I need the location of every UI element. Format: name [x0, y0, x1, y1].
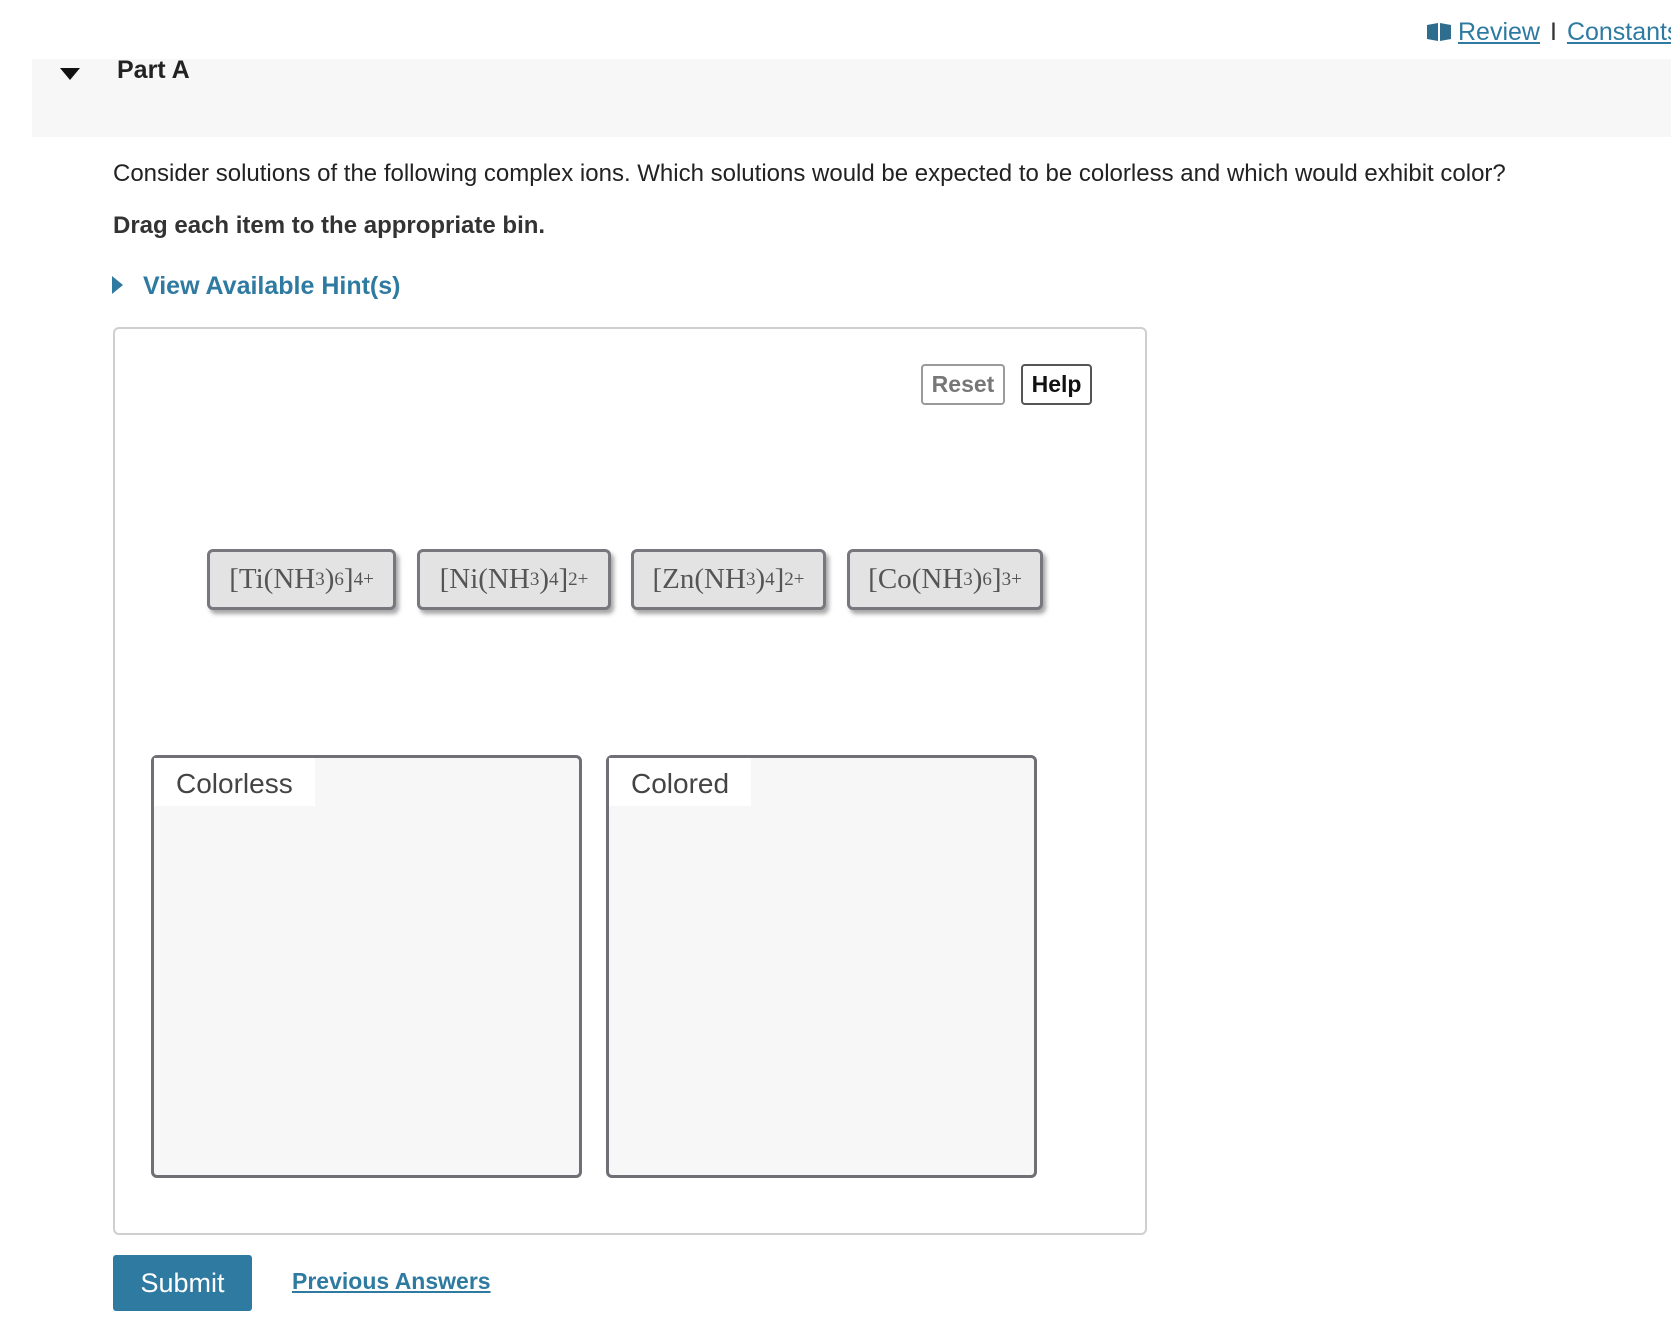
book-icon: [1426, 20, 1452, 49]
submit-button[interactable]: Submit: [113, 1255, 252, 1311]
part-header: [32, 59, 1671, 137]
link-separator: I: [1549, 18, 1557, 46]
bin-colored[interactable]: Colored: [606, 755, 1037, 1178]
hint-label: View Available Hint(s): [143, 272, 401, 300]
draggable-item-ni[interactable]: [Ni(NH 3) 4] 2+: [417, 549, 611, 610]
expand-triangle-icon: [112, 276, 123, 294]
view-hints-toggle[interactable]: View Available Hint(s): [112, 272, 400, 301]
instruction-text: Drag each item to the appropriate bin.: [113, 212, 546, 239]
previous-answers-link[interactable]: Previous Answers: [292, 1268, 491, 1295]
review-link[interactable]: Review: [1458, 18, 1540, 46]
bin-label: Colored: [609, 758, 752, 806]
bin-colorless[interactable]: Colorless: [151, 755, 582, 1178]
bin-label: Colorless: [154, 758, 315, 806]
draggable-item-ti[interactable]: [Ti(NH 3) 6] 4+: [207, 549, 396, 610]
resource-links: Review I Constants: [1426, 18, 1671, 49]
draggable-item-co[interactable]: [Co(NH 3) 6] 3+: [847, 549, 1043, 610]
help-button[interactable]: Help: [1021, 364, 1092, 405]
draggable-item-zn[interactable]: [Zn(NH 3) 4] 2+: [631, 549, 826, 610]
constants-link[interactable]: Constants: [1567, 18, 1671, 46]
part-title: Part A: [117, 56, 190, 84]
reset-button[interactable]: Reset: [921, 364, 1005, 405]
question-text: Consider solutions of the following comp…: [113, 160, 1506, 187]
collapse-triangle-icon[interactable]: [58, 66, 82, 82]
